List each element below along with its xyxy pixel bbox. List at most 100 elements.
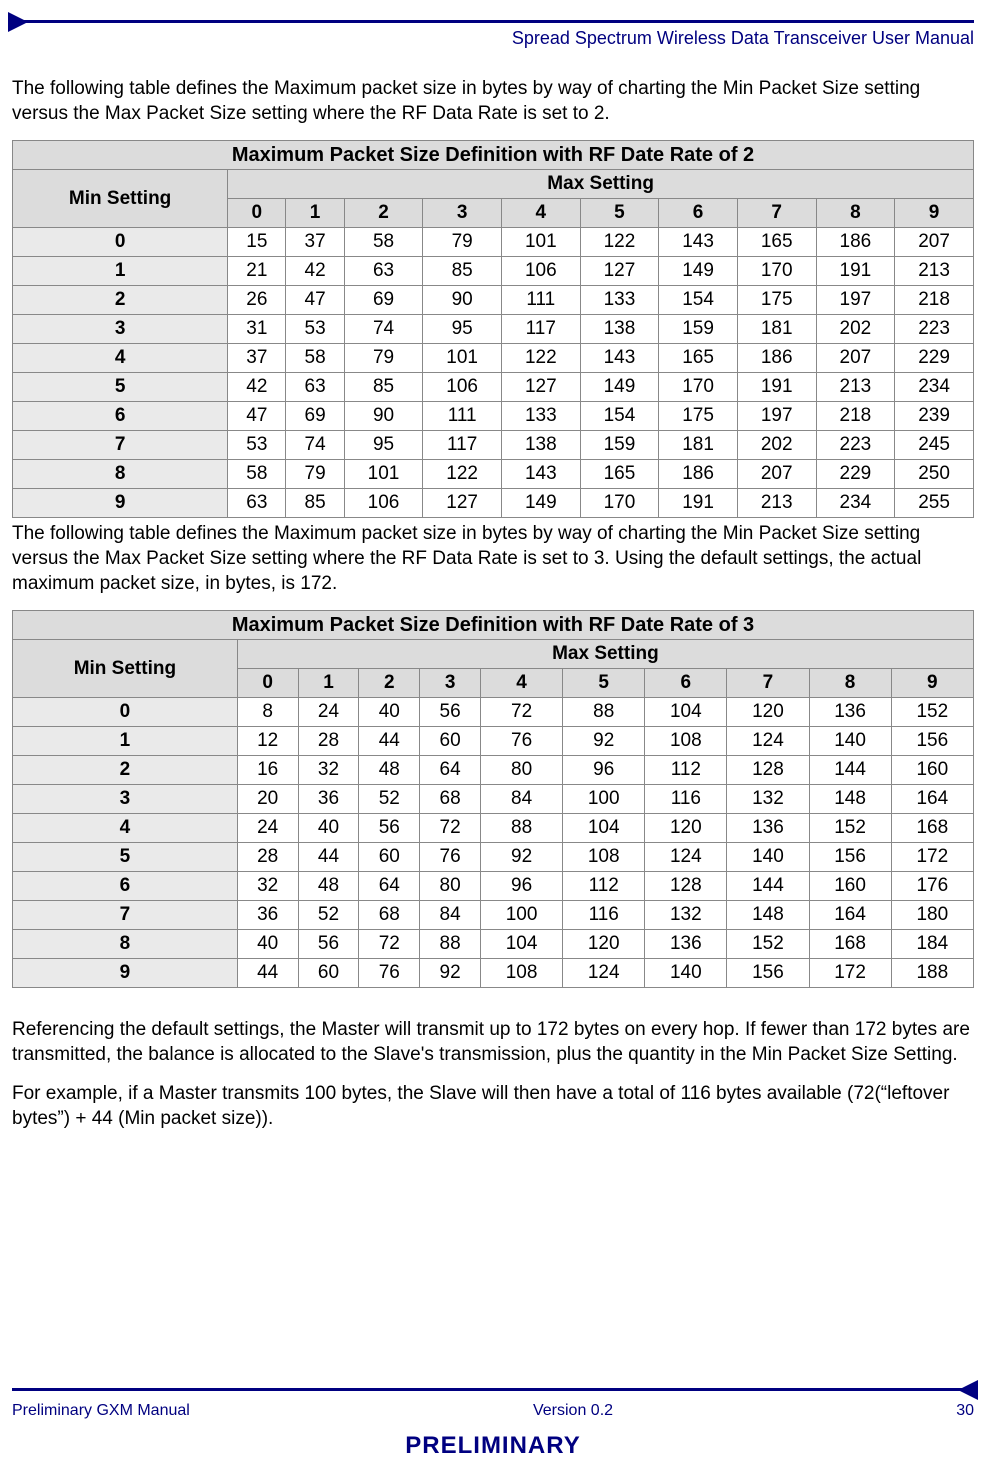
row-header: 6 — [13, 402, 228, 431]
cell: 143 — [580, 344, 659, 373]
cell: 148 — [727, 901, 809, 930]
table-row: 331537495117138159181202223 — [13, 315, 974, 344]
col-header: 8 — [809, 669, 891, 698]
row-header: 3 — [13, 315, 228, 344]
cell: 95 — [344, 431, 423, 460]
cell: 172 — [809, 959, 891, 988]
row-header: 5 — [13, 843, 238, 872]
cell: 218 — [895, 286, 974, 315]
cell: 149 — [501, 489, 580, 518]
cell: 144 — [809, 756, 891, 785]
cell: 12 — [237, 727, 298, 756]
cell: 20 — [237, 785, 298, 814]
cell: 175 — [737, 286, 816, 315]
cell: 58 — [228, 460, 286, 489]
cell: 52 — [298, 901, 359, 930]
cell: 165 — [580, 460, 659, 489]
cell: 116 — [563, 901, 645, 930]
cell: 143 — [501, 460, 580, 489]
cell: 64 — [359, 872, 420, 901]
row-header: 9 — [13, 959, 238, 988]
table-row: 85879101122143165186207229250 — [13, 460, 974, 489]
cell: 197 — [737, 402, 816, 431]
cell: 96 — [481, 872, 563, 901]
col-header: 8 — [816, 199, 895, 228]
row-header: 0 — [13, 228, 228, 257]
table2-max-setting-label: Max Setting — [237, 640, 973, 669]
col-header: 5 — [580, 199, 659, 228]
cell: 63 — [286, 373, 344, 402]
cell: 42 — [286, 257, 344, 286]
cell: 122 — [580, 228, 659, 257]
table-row: 736526884100116132148164180 — [13, 901, 974, 930]
cell: 138 — [580, 315, 659, 344]
cell: 36 — [298, 785, 359, 814]
cell: 84 — [481, 785, 563, 814]
cell: 213 — [816, 373, 895, 402]
cell: 85 — [423, 257, 502, 286]
cell: 164 — [809, 901, 891, 930]
row-header: 1 — [13, 257, 228, 286]
cell: 191 — [737, 373, 816, 402]
cell: 79 — [286, 460, 344, 489]
table-row: 015375879101122143165186207 — [13, 228, 974, 257]
cell: 108 — [481, 959, 563, 988]
cell: 63 — [344, 257, 423, 286]
cell: 186 — [816, 228, 895, 257]
cell: 140 — [645, 959, 727, 988]
cell: 60 — [420, 727, 481, 756]
table2-min-setting-label: Min Setting — [13, 640, 238, 698]
table1-min-setting-label: Min Setting — [13, 170, 228, 228]
cell: 88 — [420, 930, 481, 959]
cell: 44 — [237, 959, 298, 988]
col-header: 9 — [895, 199, 974, 228]
cell: 79 — [423, 228, 502, 257]
cell: 72 — [420, 814, 481, 843]
cell: 76 — [359, 959, 420, 988]
cell: 117 — [423, 431, 502, 460]
cell: 8 — [237, 698, 298, 727]
cell: 68 — [359, 901, 420, 930]
cell: 124 — [563, 959, 645, 988]
cell: 172 — [891, 843, 973, 872]
cell: 56 — [298, 930, 359, 959]
col-header: 4 — [501, 199, 580, 228]
cell: 16 — [237, 756, 298, 785]
cell: 213 — [895, 257, 974, 286]
cell: 88 — [481, 814, 563, 843]
table-row: 32036526884100116132148164 — [13, 785, 974, 814]
table-row: 1122844607692108124140156 — [13, 727, 974, 756]
col-header: 0 — [228, 199, 286, 228]
cell: 120 — [563, 930, 645, 959]
cell: 136 — [645, 930, 727, 959]
row-header: 0 — [13, 698, 238, 727]
cell: 124 — [727, 727, 809, 756]
cell: 170 — [580, 489, 659, 518]
cell: 245 — [895, 431, 974, 460]
cell: 69 — [286, 402, 344, 431]
table2-title: Maximum Packet Size Definition with RF D… — [13, 611, 974, 640]
paragraph-2: The following table defines the Maximum … — [12, 522, 974, 596]
cell: 108 — [563, 843, 645, 872]
cell: 60 — [298, 959, 359, 988]
cell: 68 — [420, 785, 481, 814]
cell: 133 — [501, 402, 580, 431]
cell: 154 — [580, 402, 659, 431]
footer-right: 30 — [956, 1402, 974, 1420]
cell: 138 — [501, 431, 580, 460]
cell: 255 — [895, 489, 974, 518]
cell: 52 — [359, 785, 420, 814]
row-header: 1 — [13, 727, 238, 756]
cell: 90 — [423, 286, 502, 315]
cell: 112 — [563, 872, 645, 901]
footer-rule-line — [12, 1388, 974, 1391]
cell: 31 — [228, 315, 286, 344]
cell: 149 — [659, 257, 738, 286]
cell: 101 — [501, 228, 580, 257]
col-header: 7 — [727, 669, 809, 698]
packet-table-rate-3: Maximum Packet Size Definition with RF D… — [12, 610, 974, 988]
cell: 21 — [228, 257, 286, 286]
table-row: 5426385106127149170191213234 — [13, 373, 974, 402]
cell: 116 — [645, 785, 727, 814]
cell: 136 — [809, 698, 891, 727]
